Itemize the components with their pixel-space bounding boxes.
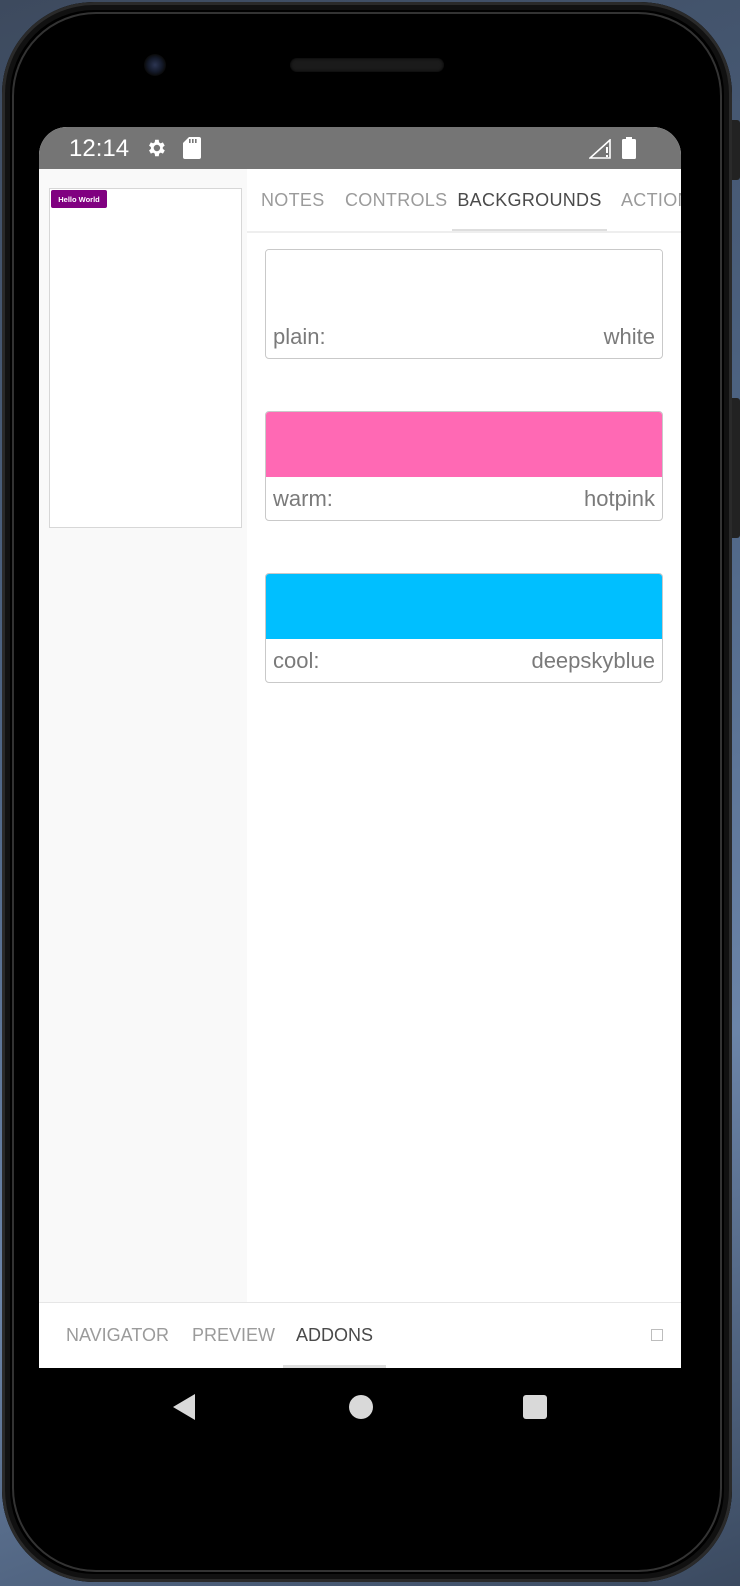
tab-notes-label: NOTES xyxy=(261,189,325,210)
front-camera xyxy=(144,54,166,76)
story-preview-frame: Hello World xyxy=(49,188,242,528)
tab-addons-label: ADDONS xyxy=(296,1324,374,1345)
tab-actions-label: ACTIONS xyxy=(621,189,681,210)
swatch-value: white xyxy=(603,324,655,349)
swatch-value: deepskyblue xyxy=(531,648,655,673)
fullscreen-icon[interactable] xyxy=(651,1329,663,1341)
signal-icon xyxy=(589,139,611,159)
tab-preview[interactable]: PREVIEW xyxy=(192,1303,275,1367)
swatch-color xyxy=(266,250,662,315)
recents-icon[interactable] xyxy=(523,1395,547,1419)
background-swatch-plain[interactable]: plain: white xyxy=(265,249,663,359)
tab-controls[interactable]: CONTROLS xyxy=(345,169,447,231)
bottom-nav-bar: NAVIGATOR PREVIEW ADDONS xyxy=(39,1302,681,1368)
volume-button xyxy=(732,398,740,538)
tab-backgrounds-label: BACKGROUNDS xyxy=(457,189,602,210)
home-icon[interactable] xyxy=(349,1395,373,1419)
status-bar: 12:14 xyxy=(39,127,681,169)
hello-world-button[interactable]: Hello World xyxy=(51,190,107,208)
battery-icon xyxy=(622,137,636,159)
tab-preview-label: PREVIEW xyxy=(192,1324,276,1345)
gear-icon xyxy=(149,139,165,157)
earpiece-speaker xyxy=(290,58,444,72)
addons-panel: NOTES CONTROLS BACKGROUNDS ACTIONS plain… xyxy=(247,169,681,1302)
background-swatch-warm[interactable]: warm: hotpink xyxy=(265,411,663,521)
tab-actions[interactable]: ACTIONS xyxy=(621,169,681,231)
background-swatch-cool[interactable]: cool: deepskyblue xyxy=(265,573,663,683)
tab-backgrounds[interactable]: BACKGROUNDS xyxy=(452,169,607,231)
preview-pane: Hello World xyxy=(39,169,247,1302)
swatch-value: hotpink xyxy=(584,486,655,511)
swatch-name: plain: xyxy=(273,324,326,349)
sd-card-icon xyxy=(183,137,201,159)
status-time: 12:14 xyxy=(69,135,130,162)
android-nav-bar xyxy=(39,1368,681,1448)
tab-navigator-label: NAVIGATOR xyxy=(66,1324,170,1345)
tab-controls-label: CONTROLS xyxy=(345,189,448,210)
tab-notes[interactable]: NOTES xyxy=(261,169,325,231)
tab-addons[interactable]: ADDONS xyxy=(283,1303,387,1368)
side-button xyxy=(732,120,740,180)
swatch-color xyxy=(266,574,662,639)
addon-tab-bar: NOTES CONTROLS BACKGROUNDS ACTIONS xyxy=(247,169,681,233)
tab-navigator[interactable]: NAVIGATOR xyxy=(66,1303,169,1367)
swatch-name: cool: xyxy=(273,648,320,673)
swatch-color xyxy=(266,412,662,477)
active-tab-indicator xyxy=(452,229,607,231)
back-icon[interactable] xyxy=(173,1394,195,1420)
swatch-name: warm: xyxy=(273,486,333,511)
device-screen: 12:14 Hello World NOTES CONTROLS BACKGRO… xyxy=(39,127,681,1368)
